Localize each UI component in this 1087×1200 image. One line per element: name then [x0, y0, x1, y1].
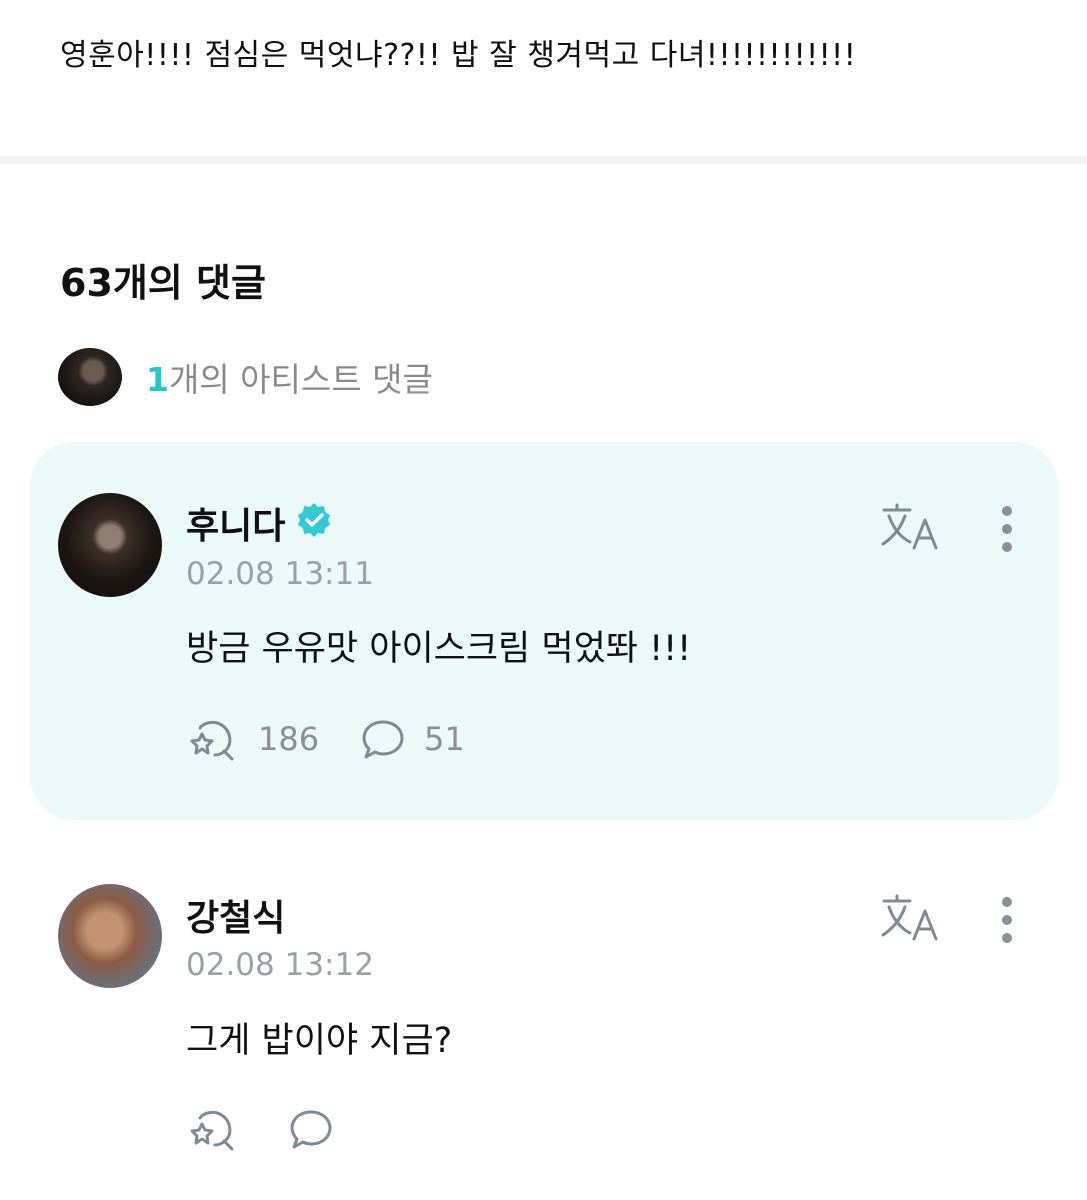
reaction-icon[interactable]: [188, 1108, 238, 1152]
comment-text: 방금 우유맛 아이스크림 먹었똬 !!!: [186, 629, 692, 669]
verified-badge-icon: [298, 503, 330, 537]
reply-count: 51: [424, 720, 465, 758]
comment-author-name[interactable]: 강철식: [186, 889, 285, 941]
translate-icon[interactable]: [880, 893, 942, 945]
artist-comments-summary-label: 1개의 아티스트 댓글: [146, 353, 433, 401]
avatar[interactable]: [58, 884, 162, 988]
artist-comments-label: 개의 아티스트 댓글: [168, 360, 433, 399]
reply-icon[interactable]: [288, 1108, 334, 1152]
more-vertical-icon[interactable]: [1001, 896, 1013, 944]
post-body-text: 영훈아!!!! 점심은 먹엇냐??!! 밥 잘 챙겨먹고 다녀!!!!!!!!!…: [60, 38, 857, 73]
more-vertical-icon[interactable]: [1001, 505, 1013, 553]
artist-comments-summary[interactable]: 1개의 아티스트 댓글: [58, 348, 433, 406]
artist-mini-avatar: [58, 348, 122, 406]
reaction-count: 186: [258, 720, 320, 758]
comment-text: 그게 밥이야 지금?: [186, 1021, 453, 1061]
reply-icon[interactable]: [360, 718, 406, 762]
comment-author-name[interactable]: 후니다: [186, 497, 285, 549]
reaction-icon[interactable]: [188, 718, 238, 762]
comment-timestamp: 02.08 13:12: [186, 947, 374, 983]
comments-count-title: 63개의 댓글: [60, 261, 266, 305]
artist-comments-count: 1: [146, 360, 169, 399]
avatar[interactable]: [58, 493, 162, 597]
translate-icon[interactable]: [880, 502, 942, 554]
section-divider: [0, 156, 1087, 164]
comment-timestamp: 02.08 13:11: [186, 556, 374, 592]
